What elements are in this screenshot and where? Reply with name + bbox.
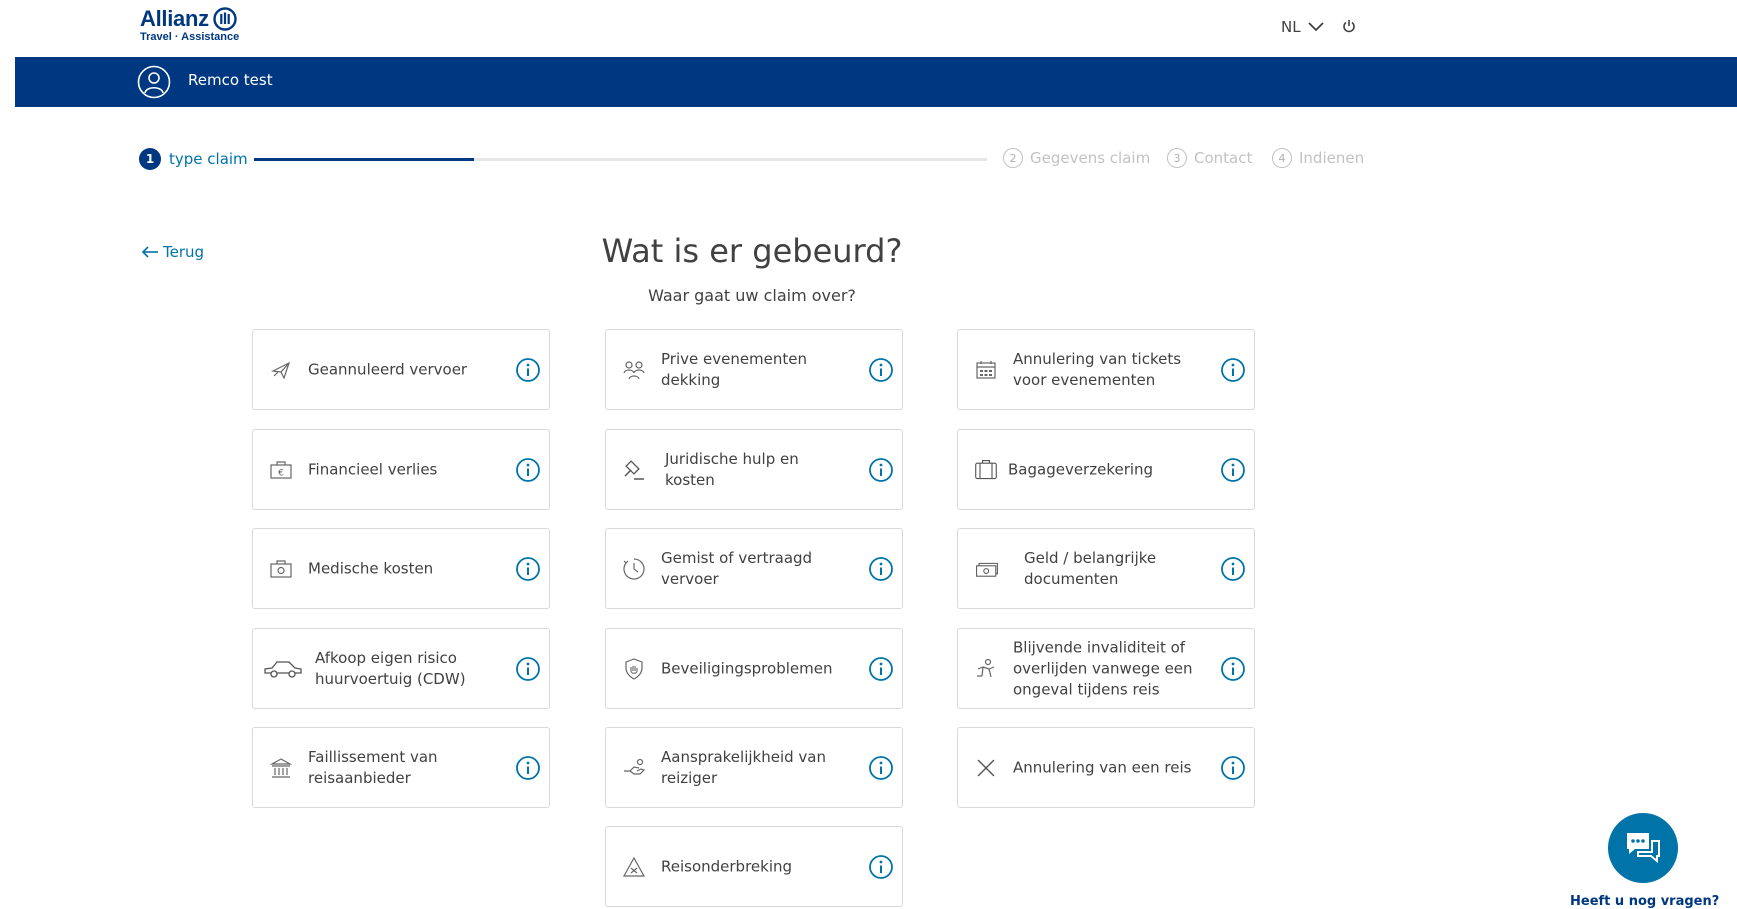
clock-icon [622,557,646,581]
chat-button[interactable] [1608,813,1678,883]
close-icon [974,756,998,780]
gavel-icon [622,458,646,482]
claim-option-label: Prive evenementen dekking [661,349,808,389]
step-3: 3 Contact [1167,148,1252,168]
claim-option-medische-kosten[interactable]: Medische kosten [252,528,550,609]
claim-option-prive-evenementen[interactable]: Prive evenementen dekking [605,329,903,410]
step-label: Gegevens claim [1030,149,1151,167]
claim-option-gemist-vertraagd[interactable]: Gemist of vertraagd vervoer [605,528,903,609]
claim-option-label: Juridische hulp en kosten [665,449,799,489]
step-number: 4 [1272,148,1292,168]
claim-option-label: Geld / belangrijke documenten [1024,548,1157,588]
chat-icon [1627,833,1660,864]
claim-option-geannuleerd-vervoer[interactable]: Geannuleerd vervoer [252,329,550,410]
claim-option-label: Faillissement van reisaanbieder [308,747,438,787]
claim-option-reisonderbreking[interactable]: Reisonderbreking [605,826,903,907]
claim-option-label: Medische kosten [308,559,434,577]
bank-icon [269,756,293,780]
step-1: 1 type claim [139,148,248,170]
claim-option-geld-documenten[interactable]: Geld / belangrijke documenten [957,528,1255,609]
logo-subtitle: Travel · Assistance [140,31,240,43]
progress-stepper: 1 type claim 2 Gegevens claim 3 Contact … [139,148,1379,170]
svg-text:€: € [278,468,284,478]
allianz-emblem-icon [213,7,237,31]
info-icon[interactable] [515,755,541,781]
logo-wordmark: Allianz [140,6,209,31]
chevron-down-icon [1307,22,1324,32]
power-icon [1343,20,1355,33]
calendar-icon [974,358,998,382]
user-name: Remco test [188,71,273,89]
claim-option-faillissement[interactable]: Faillissement van reisaanbieder [252,727,550,808]
chat-label[interactable]: Heeft u nog vragen? [1570,894,1719,909]
info-icon[interactable] [1220,656,1246,682]
people-icon [622,358,646,382]
page-title: Wat is er gebeurd? [601,232,903,270]
step-label: type claim [169,150,248,168]
claim-option-aansprakelijkheid[interactable]: Aansprakelijkheid van reiziger [605,727,903,808]
shield-icon [622,657,646,681]
progress-fill [254,158,474,161]
step-label: Indienen [1299,149,1365,167]
injury-icon [974,657,998,681]
luggage-icon [974,458,998,482]
user-bar: Remco test [15,57,1737,107]
info-icon[interactable] [868,556,894,582]
plane-icon [269,358,293,382]
claim-option-label: Aansprakelijkheid van reiziger [661,747,826,787]
claim-option-label: Gemist of vertraagd vervoer [661,548,813,588]
page-subtitle: Waar gaat uw claim over? [648,286,856,305]
user-avatar-icon [137,65,171,103]
claim-option-label: Annulering van tickets voor evenementen [1013,349,1182,389]
info-icon[interactable] [868,656,894,682]
claim-option-label: Annulering van een reis [1013,758,1192,776]
top-bar: Allianz Travel · Assistance NL [0,0,1737,57]
step-4: 4 Indienen [1272,148,1364,168]
logout-button[interactable] [1342,18,1356,38]
claim-option-label: Bagageverzekering [1008,460,1154,478]
info-icon[interactable] [515,656,541,682]
claim-option-juridische-hulp[interactable]: Juridische hulp en kosten [605,429,903,510]
progress-track [254,158,987,161]
language-label: NL [1281,18,1301,36]
step-number: 3 [1167,148,1187,168]
info-icon[interactable] [868,854,894,880]
info-icon[interactable] [1220,755,1246,781]
info-icon[interactable] [868,755,894,781]
info-icon[interactable] [1220,457,1246,483]
claim-option-label: Reisonderbreking [661,857,793,875]
claim-option-label: Beveiligingsproblemen [661,659,833,677]
claim-option-annulering-reis[interactable]: Annulering van een reis [957,727,1255,808]
info-icon[interactable] [1220,556,1246,582]
car-icon [263,657,303,681]
allianz-logo[interactable]: Allianz Travel · Assistance [140,6,239,43]
warning-icon [622,855,646,879]
claim-option-label: Financieel verlies [308,460,438,478]
info-icon[interactable] [1220,357,1246,383]
info-icon[interactable] [868,357,894,383]
step-label: Contact [1194,149,1253,167]
medical-bag-icon [269,557,293,581]
info-icon[interactable] [515,457,541,483]
claim-option-blijvende-invaliditeit[interactable]: Blijvende invaliditeit of overlijden van… [957,628,1255,709]
claim-option-label: Afkoop eigen risico huurvoertuig (CDW) [315,648,466,688]
claim-option-label: Geannuleerd vervoer [308,360,468,378]
language-selector[interactable]: NL [1281,18,1325,36]
wallet-euro-icon: € [269,458,293,482]
claim-option-label: Blijvende invaliditeit of overlijden van… [1013,638,1193,698]
info-icon[interactable] [515,357,541,383]
claim-option-annulering-tickets[interactable]: Annulering van tickets voor evenementen [957,329,1255,410]
info-icon[interactable] [515,556,541,582]
claim-option-bagageverzekering[interactable]: Bagageverzekering [957,429,1255,510]
info-icon[interactable] [868,457,894,483]
step-2: 2 Gegevens claim [1003,148,1150,168]
claim-option-financieel-verlies[interactable]: € Financieel verlies [252,429,550,510]
step-number: 1 [139,148,161,170]
money-icon [975,557,999,581]
step-number: 2 [1003,148,1023,168]
hand-icon [622,756,646,780]
claim-option-afkoop-cdw[interactable]: Afkoop eigen risico huurvoertuig (CDW) [252,628,550,709]
claim-option-beveiligingsproblemen[interactable]: Beveiligingsproblemen [605,628,903,709]
